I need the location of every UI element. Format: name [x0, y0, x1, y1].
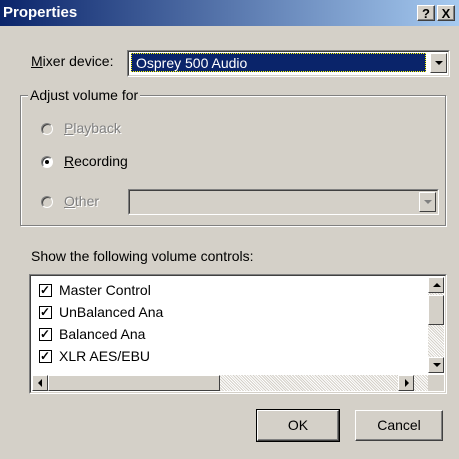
- check-icon: ✓: [40, 349, 51, 363]
- adjust-volume-title: Adjust volume for: [28, 86, 141, 104]
- scroll-right-button[interactable]: [398, 375, 414, 391]
- mixer-device-label: Mixer device:: [31, 53, 114, 69]
- help-button[interactable]: ?: [417, 5, 435, 21]
- horizontal-scrollbar[interactable]: [32, 375, 430, 391]
- volume-controls-list[interactable]: ✓ Master Control ✓ UnBalanced Ana ✓ Bala…: [29, 274, 447, 394]
- other-dropdown-button[interactable]: [419, 192, 436, 212]
- checkbox-xlr-aes-ebu[interactable]: ✓: [39, 349, 52, 363]
- radio-other-label: Other: [64, 193, 100, 209]
- properties-dialog: Properties ? X Mixer device: Osprey 500 …: [0, 0, 459, 459]
- list-item: Balanced Ana: [59, 326, 146, 342]
- check-icon: ✓: [40, 327, 51, 341]
- vertical-scrollbar[interactable]: [428, 277, 444, 373]
- other-select[interactable]: [128, 189, 439, 215]
- arrow-left-icon: [38, 379, 42, 387]
- mixer-device-dropdown-button[interactable]: [430, 53, 447, 73]
- radio-other[interactable]: [41, 196, 53, 208]
- arrow-down-icon: [433, 363, 441, 367]
- list-item: XLR AES/EBU: [59, 348, 151, 364]
- checkbox-unbalanced-ana[interactable]: ✓: [39, 305, 52, 319]
- scroll-down-button[interactable]: [428, 357, 444, 373]
- volume-controls-label: Show the following volume controls:: [31, 248, 254, 264]
- title-bar[interactable]: Properties ? X: [0, 0, 459, 26]
- horizontal-scroll-thumb[interactable]: [48, 375, 220, 391]
- mixer-device-value: Osprey 500 Audio: [131, 53, 426, 72]
- check-icon: ✓: [40, 305, 51, 319]
- mixer-device-select[interactable]: Osprey 500 Audio: [127, 50, 450, 77]
- checkbox-master-control[interactable]: ✓: [39, 283, 52, 297]
- radio-playback-label: Playback: [64, 120, 121, 136]
- window-title: Properties: [3, 4, 78, 21]
- radio-playback[interactable]: [41, 123, 53, 135]
- list-item: UnBalanced Ana: [59, 304, 164, 320]
- check-icon: ✓: [40, 283, 51, 297]
- close-button[interactable]: X: [437, 5, 455, 21]
- radio-selected-dot: [45, 160, 49, 164]
- radio-recording[interactable]: [41, 156, 53, 168]
- arrow-right-icon: [405, 379, 409, 387]
- scrollbar-corner: [428, 375, 444, 391]
- chevron-down-icon: [435, 61, 443, 65]
- chevron-down-icon: [424, 200, 432, 204]
- arrow-up-icon: [433, 283, 441, 287]
- vertical-scroll-thumb[interactable]: [428, 295, 444, 325]
- scroll-left-button[interactable]: [32, 375, 48, 391]
- radio-recording-label: Recording: [64, 153, 128, 169]
- ok-button[interactable]: OK: [256, 409, 340, 442]
- list-item: Master Control: [59, 282, 151, 298]
- checkbox-balanced-ana[interactable]: ✓: [39, 327, 52, 341]
- cancel-button[interactable]: Cancel: [355, 410, 443, 441]
- scroll-up-button[interactable]: [428, 277, 444, 293]
